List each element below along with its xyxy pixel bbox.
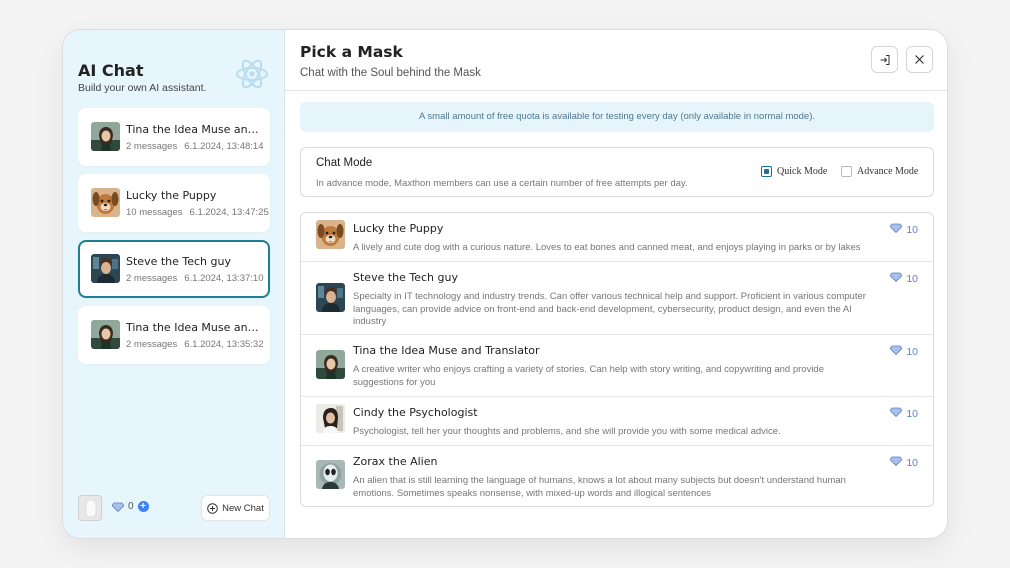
chat-message-count: 2 messages <box>126 141 178 152</box>
chat-avatar <box>91 188 120 217</box>
chat-meta: 2 messages 6.1.2024, 13:48:14 <box>126 141 263 152</box>
add-quota-icon[interactable]: + <box>137 501 149 512</box>
mask-avatar <box>316 350 345 379</box>
mask-cost: 10 <box>889 456 918 469</box>
mask-cost-value: 10 <box>906 223 918 236</box>
chat-message-count: 10 messages <box>126 207 183 218</box>
mask-description: A lively and cute dog with a curious nat… <box>353 242 861 253</box>
chat-mode-title: Chat Mode <box>316 157 373 169</box>
plus-circle-icon <box>207 502 218 514</box>
diamond-icon <box>889 272 903 285</box>
close-button[interactable] <box>906 46 933 73</box>
chat-meta: 2 messages 6.1.2024, 13:35:32 <box>126 339 263 350</box>
sidebar: AI Chat Build your own AI assistant. Tin… <box>63 30 285 538</box>
diamond-icon <box>889 345 903 358</box>
mask-description: Specialty in IT technology and industry … <box>353 291 866 327</box>
mask-item[interactable]: Steve the Tech guy Specialty in IT techno… <box>301 262 933 335</box>
chat-meta: 2 messages 6.1.2024, 13:37:10 <box>126 273 263 284</box>
atom-logo-icon <box>236 59 268 89</box>
mask-cost: 10 <box>889 345 918 358</box>
mask-item[interactable]: Lucky the Puppy A lively and cute dog wit… <box>301 213 933 262</box>
mask-cost-value: 10 <box>906 272 918 285</box>
mask-avatar <box>316 283 345 312</box>
chat-title: Lucky the Puppy <box>126 189 217 202</box>
page-subtitle: Chat with the Soul behind the Mask <box>300 67 481 79</box>
quota-display[interactable]: 0 + <box>112 501 149 512</box>
advance-mode-label: Advance Mode <box>857 166 919 177</box>
page-title: Pick a Mask <box>300 43 403 61</box>
new-chat-button[interactable]: New Chat <box>201 495 270 521</box>
chat-avatar <box>91 122 120 151</box>
app-title: AI Chat <box>78 61 144 80</box>
chat-message-count: 2 messages <box>126 339 178 350</box>
chat-message-count: 2 messages <box>126 273 178 284</box>
app-window: AI Chat Build your own AI assistant. Tin… <box>62 29 948 539</box>
main-panel: Pick a Mask Chat with the Soul behind th… <box>285 30 947 538</box>
login-icon <box>880 54 889 65</box>
mask-avatar <box>316 404 345 433</box>
chat-timestamp: 6.1.2024, 13:47:25 <box>189 207 269 218</box>
mask-cost-value: 10 <box>906 345 918 358</box>
mask-avatar <box>316 460 345 489</box>
chat-list-item[interactable]: Tina the Idea Muse and Translator 2 messa… <box>78 108 270 166</box>
quick-mode-option[interactable]: Quick Mode <box>761 166 827 177</box>
mask-description: A creative writer who enjoys crafting a … <box>353 364 824 388</box>
user-silhouette-icon <box>85 499 97 518</box>
header: Pick a Mask Chat with the Soul behind th… <box>285 30 947 91</box>
chat-mode-description: In advance mode, Maxthon members can use… <box>316 178 688 189</box>
mask-cost: 10 <box>889 223 918 236</box>
mask-item[interactable]: Tina the Idea Muse and Translator A creat… <box>301 335 933 397</box>
chat-timestamp: 6.1.2024, 13:37:10 <box>184 273 264 284</box>
close-icon <box>915 55 924 64</box>
chat-avatar <box>91 320 120 349</box>
mask-name: Steve the Tech guy <box>353 271 458 284</box>
mask-list: Lucky the Puppy A lively and cute dog wit… <box>300 212 934 507</box>
mask-cost-value: 10 <box>906 407 918 420</box>
mask-description: Psychologist, tell her your thoughts and… <box>353 426 781 437</box>
sidebar-footer: 0 + New Chat <box>78 495 270 523</box>
mask-item[interactable]: Zorax the Alien An alien that is still le… <box>301 446 933 506</box>
chat-list-item[interactable]: Tina the Idea Muse and Translator 2 messa… <box>78 306 270 364</box>
mask-name: Tina the Idea Muse and Translator <box>353 344 540 357</box>
diamond-icon <box>889 223 903 236</box>
mask-cost-value: 10 <box>906 456 918 469</box>
chat-list-item[interactable]: Lucky the Puppy 10 messages 6.1.2024, 13:4… <box>78 174 270 232</box>
diamond-icon <box>889 407 903 420</box>
app-subtitle: Build your own AI assistant. <box>78 82 207 94</box>
chat-meta: 10 messages 6.1.2024, 13:47:25 <box>126 207 269 218</box>
advance-mode-option[interactable]: Advance Mode <box>841 166 918 177</box>
chat-timestamp: 6.1.2024, 13:35:32 <box>184 339 264 350</box>
quota-notice: A small amount of free quota is availabl… <box>300 102 934 132</box>
mask-description: An alien that is still learning the lang… <box>353 475 846 499</box>
mask-name: Cindy the Psychologist <box>353 406 478 419</box>
mask-avatar <box>316 220 345 249</box>
chat-mode-panel: Chat Mode In advance mode, Maxthon membe… <box>300 147 934 197</box>
mask-name: Lucky the Puppy <box>353 222 444 235</box>
quick-mode-label: Quick Mode <box>777 166 828 177</box>
chat-list: Tina the Idea Muse and Translator 2 messa… <box>78 108 270 372</box>
advance-mode-checkbox[interactable] <box>841 166 852 177</box>
diamond-icon <box>112 502 124 512</box>
mask-cost: 10 <box>889 407 918 420</box>
chat-title: Tina the Idea Muse and Translator <box>126 321 262 334</box>
login-button[interactable] <box>871 46 898 73</box>
diamond-icon <box>889 456 903 469</box>
quota-count: 0 <box>128 501 134 512</box>
mask-item[interactable]: Cindy the Psychologist Psychologist, tell… <box>301 397 933 446</box>
mask-cost: 10 <box>889 272 918 285</box>
mask-name: Zorax the Alien <box>353 455 438 468</box>
chat-title: Tina the Idea Muse and Translator <box>126 123 262 136</box>
chat-avatar <box>91 254 120 283</box>
new-chat-label: New Chat <box>222 502 264 514</box>
quick-mode-checkbox[interactable] <box>761 166 772 177</box>
chat-timestamp: 6.1.2024, 13:48:14 <box>184 141 264 152</box>
chat-list-item[interactable]: Steve the Tech guy 2 messages 6.1.2024, 13… <box>78 240 270 298</box>
user-avatar[interactable] <box>78 495 102 521</box>
chat-title: Steve the Tech guy <box>126 255 231 268</box>
